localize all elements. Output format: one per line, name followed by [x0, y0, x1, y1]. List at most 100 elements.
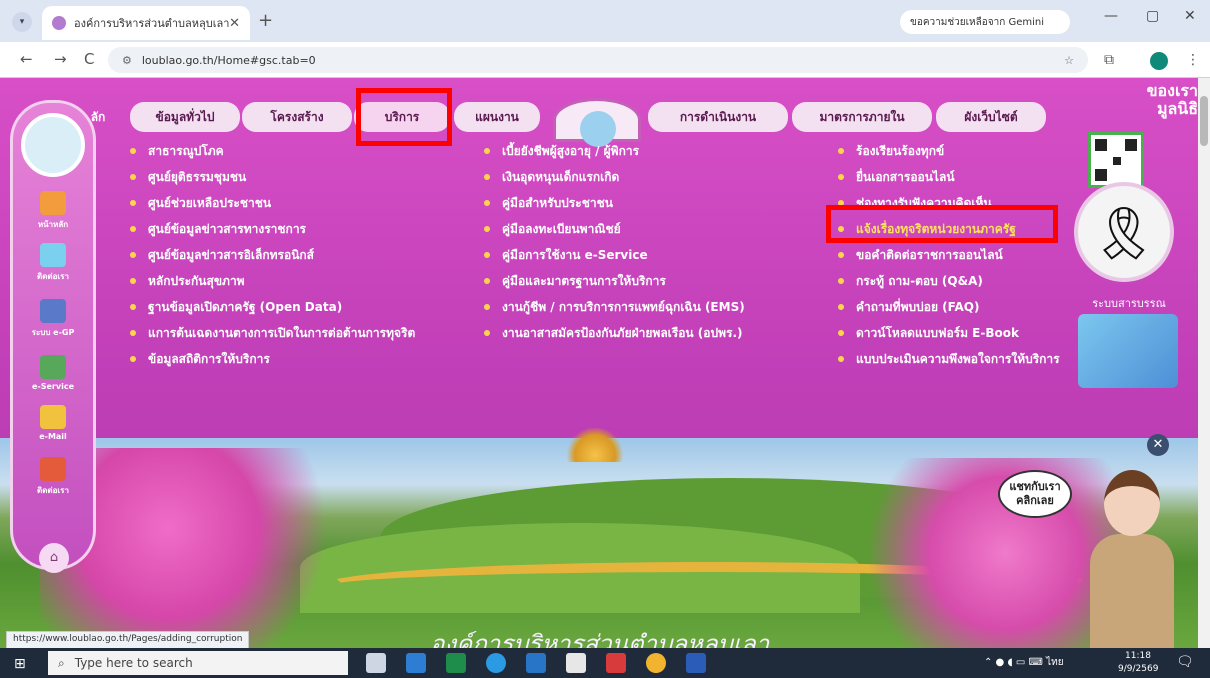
service-link[interactable]: ข้อมูลสถิติการให้บริการ	[130, 346, 415, 372]
notification-icon[interactable]: 🗨	[1176, 654, 1194, 670]
service-link[interactable]: ศูนย์ข้อมูลข่าวสารอิเล็กทรอนิกส์	[130, 242, 415, 268]
clock-time: 11:18	[1125, 651, 1151, 661]
mail-app-icon[interactable]	[526, 653, 546, 673]
service-link[interactable]: ขอคำติดต่อราชการออนไลน์	[838, 242, 1060, 268]
services-column-2: เบี้ยยังชีพผู้สูงอายุ / ผู้พิการ เงินอุด…	[484, 138, 745, 346]
tab-close-icon[interactable]: ✕	[229, 16, 240, 31]
service-link[interactable]: แบบประเมินความพึงพอใจการให้บริการ	[838, 346, 1060, 372]
ebook-banner[interactable]	[1078, 314, 1178, 388]
extensions-icon[interactable]: ⧉	[1104, 52, 1114, 68]
chat-mascot[interactable]	[1082, 470, 1182, 648]
service-link[interactable]: ยื่นเอกสารออนไลน์	[838, 164, 1060, 190]
contact-icon	[40, 243, 66, 267]
gemini-label: ขอความช่วยเหลือจาก Gemini	[910, 16, 1045, 28]
search-icon: ⌕	[58, 655, 65, 670]
maximize-button[interactable]: ▢	[1146, 8, 1159, 24]
sidebar-item-home[interactable]: หน้าหลัก	[25, 191, 81, 231]
app-icon[interactable]	[406, 653, 426, 673]
menu-structure[interactable]: โครงสร้าง	[242, 102, 352, 132]
qr-code	[1088, 132, 1144, 188]
url-field[interactable]: ⚙ loublao.go.th/Home#gsc.tab=0 ☆	[108, 47, 1088, 73]
bookmark-star-icon[interactable]: ☆	[1064, 54, 1074, 67]
service-link[interactable]: ดาวน์โหลดแบบฟอร์ม E-Book	[838, 320, 1060, 346]
service-link[interactable]: คำถามที่พบบ่อย (FAQ)	[838, 294, 1060, 320]
language-indicator[interactable]: ไทย	[1046, 657, 1063, 668]
service-link[interactable]: กระทู้ ถาม-ตอบ (Q&A)	[838, 268, 1060, 294]
search-placeholder: Type here to search	[74, 656, 193, 670]
left-quick-sidebar: หน้าหลัก ติดต่อเรา ระบบ e-GP e-Service e…	[10, 100, 96, 573]
tab-search-button[interactable]: ▾	[12, 12, 32, 32]
service-link[interactable]: คู่มือสำหรับประชาชน	[484, 190, 745, 216]
sidebar-item-eservice[interactable]: e-Service	[25, 355, 81, 391]
excel-icon[interactable]	[446, 653, 466, 673]
system-tray[interactable]: ⌃ ● ◖ ▭ ⌨ ไทย	[984, 655, 1064, 670]
service-link[interactable]: คู่มือลงทะเบียนพาณิชย์	[484, 216, 745, 242]
phone-icon	[40, 457, 66, 481]
home-button[interactable]: ⌂	[39, 543, 69, 573]
sidebar-item-egp[interactable]: ระบบ e-GP	[25, 299, 81, 339]
sidebar-item-email[interactable]: e-Mail	[25, 405, 81, 441]
browser-tab-active[interactable]: องค์การบริหารส่วนตำบลหลุบเลา ✕	[42, 6, 250, 40]
clock-date: 9/9/2569	[1118, 664, 1159, 674]
site-favicon-icon	[52, 16, 66, 30]
site-info-icon[interactable]: ⚙	[122, 54, 132, 67]
chat-bubble[interactable]: แชทกับเรา คลิกเลย	[998, 470, 1072, 518]
service-link[interactable]: งานอาสาสมัครป้องกันภัยฝ่ายพลเรือน (อปพร.…	[484, 320, 745, 346]
powerpoint-icon[interactable]	[606, 653, 626, 673]
menu-internal-measures[interactable]: มาตรการภายใน	[792, 102, 932, 132]
service-link[interactable]: ศูนย์ยุติธรรมชุมชน	[130, 164, 415, 190]
mourning-ribbon-icon: 🎗	[1074, 182, 1174, 282]
new-tab-button[interactable]: +	[258, 10, 273, 31]
highlight-box-report-corruption	[826, 205, 1058, 243]
service-link[interactable]: ร้องเรียนร้องทุกข์	[838, 138, 1060, 164]
minimize-button[interactable]: —	[1104, 8, 1118, 24]
taskbar-clock[interactable]: 11:18 9/9/2569	[1118, 650, 1158, 676]
sidebar-item-contact-2[interactable]: ติดต่อเรา	[25, 457, 81, 497]
service-link[interactable]: งานกู้ชีพ / การบริการการแพทย์ฉุกเฉิน (EM…	[484, 294, 745, 320]
screenshot-root: ▾ องค์การบริหารส่วนตำบลหลุบเลา ✕ + ขอควา…	[0, 0, 1210, 678]
link-status-url: https://www.loublao.go.th/Pages/adding_c…	[6, 631, 250, 648]
profile-avatar[interactable]	[1150, 52, 1168, 70]
task-view-icon[interactable]	[366, 653, 386, 673]
right-panel: ของเรา มูลนิธิ 🎗 ระบบสารบรรณ	[1060, 78, 1198, 408]
menu-sitemap[interactable]: ผังเว็บไซต์	[936, 102, 1046, 132]
page-scrollbar[interactable]	[1198, 78, 1210, 648]
service-link[interactable]: คู่มือและมาตรฐานการให้บริการ	[484, 268, 745, 294]
word-icon[interactable]	[686, 653, 706, 673]
home-icon	[40, 191, 66, 215]
forward-button[interactable]: →	[54, 50, 67, 68]
center-emblem-logo	[553, 98, 641, 147]
right-top-banner[interactable]: ของเรา มูลนิธิ	[1108, 78, 1198, 118]
browser-menu-icon[interactable]: ⋮	[1186, 52, 1200, 68]
services-column-3: ร้องเรียนร้องทุกข์ ยื่นเอกสารออนไลน์ ช่อ…	[838, 138, 1060, 372]
menu-plans[interactable]: แผนงาน	[454, 102, 540, 132]
service-link[interactable]: ศูนย์ข้อมูลข่าวสารทางราชการ	[130, 216, 415, 242]
menu-general-info[interactable]: ข้อมูลทั่วไป	[130, 102, 240, 132]
service-link[interactable]: หลักประกันสุขภาพ	[130, 268, 415, 294]
mail-icon	[40, 405, 66, 429]
service-link[interactable]: แการต้นเฉดงานตางการเปิดในการต่อต้านการทุ…	[130, 320, 415, 346]
service-link[interactable]: เงินอุดหนุนเด็กแรกเกิด	[484, 164, 745, 190]
scrollbar-thumb[interactable]	[1200, 96, 1208, 146]
back-button[interactable]: ←	[20, 50, 33, 68]
browser-tab-bar: ▾ องค์การบริหารส่วนตำบลหลุบเลา ✕ + ขอควา…	[0, 0, 1210, 42]
service-link[interactable]: เบี้ยยังชีพผู้สูงอายุ / ผู้พิการ	[484, 138, 745, 164]
taskbar-search[interactable]: ⌕ Type here to search	[48, 651, 348, 675]
banner-title: องค์การบริหารส่วนตำบลหลุบเลา	[430, 630, 770, 648]
thai-crest-ornament	[565, 428, 625, 462]
close-window-button[interactable]: ✕	[1184, 8, 1196, 24]
sidebar-item-contact[interactable]: ติดต่อเรา	[25, 243, 81, 283]
reload-button[interactable]: C	[84, 50, 94, 68]
service-link[interactable]: ฐานข้อมูลเปิดภาครัฐ (Open Data)	[130, 294, 415, 320]
service-link[interactable]: คู่มือการใช้งาน e-Service	[484, 242, 745, 268]
gemini-button[interactable]: ขอความช่วยเหลือจาก Gemini	[900, 10, 1070, 34]
tab-title: องค์การบริหารส่วนตำบลหลุบเลา	[74, 17, 230, 30]
store-icon[interactable]	[566, 653, 586, 673]
menu-operations[interactable]: การดำเนินงาน	[648, 102, 788, 132]
edge-icon[interactable]	[486, 653, 506, 673]
banner-landscape: องค์การบริหารส่วนตำบลหลุบเลา	[0, 428, 1198, 648]
close-chat-button[interactable]: ✕	[1147, 434, 1169, 456]
chrome-icon[interactable]	[646, 653, 666, 673]
start-button[interactable]: ⊞	[14, 656, 26, 672]
service-link[interactable]: ศูนย์ช่วยเหลือประชาชน	[130, 190, 415, 216]
